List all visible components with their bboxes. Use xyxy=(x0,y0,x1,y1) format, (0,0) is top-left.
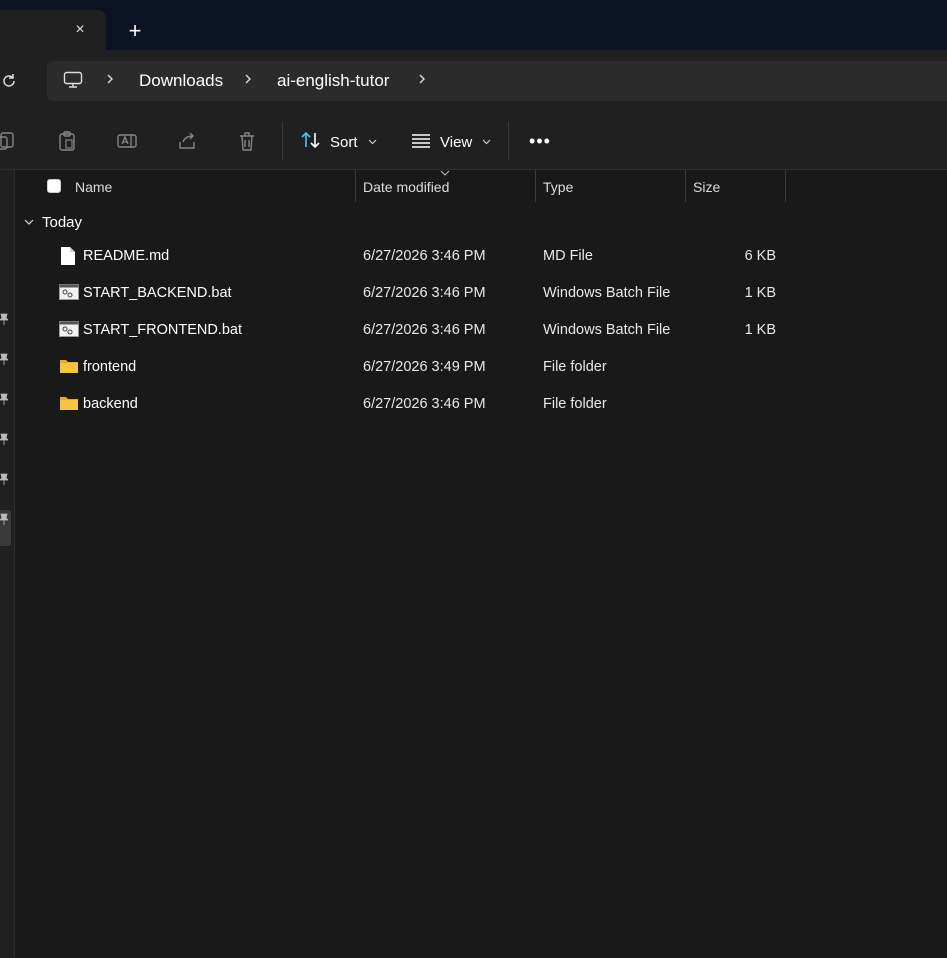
file-size: 1 KB xyxy=(744,322,776,338)
column-header-date-modified[interactable]: Date modified xyxy=(363,179,449,195)
file-name: README.md xyxy=(83,248,170,264)
file-name: START_FRONTEND.bat xyxy=(83,322,242,338)
column-header-name[interactable]: Name xyxy=(75,179,112,195)
chevron-down-icon xyxy=(482,137,491,148)
document-icon xyxy=(59,246,77,266)
group-label: Today xyxy=(42,214,83,231)
file-date: 6/27/2026 3:46 PM xyxy=(363,285,486,301)
file-type: Windows Batch File xyxy=(543,285,671,301)
pin-icon[interactable] xyxy=(0,353,9,365)
batch-file-icon xyxy=(59,283,79,303)
more-options-button[interactable]: ••• xyxy=(528,129,552,153)
file-size: 6 KB xyxy=(744,248,776,264)
chevron-down-icon[interactable] xyxy=(24,217,34,228)
pin-icon[interactable] xyxy=(0,433,9,445)
chevron-right-icon[interactable] xyxy=(243,69,253,94)
copy-icon[interactable] xyxy=(0,130,16,152)
share-icon[interactable] xyxy=(176,130,198,152)
column-divider[interactable] xyxy=(535,170,536,202)
view-button[interactable]: View xyxy=(410,129,491,155)
folder-icon xyxy=(59,394,78,414)
active-tab[interactable]: × xyxy=(0,10,106,50)
chevron-down-icon xyxy=(368,137,377,148)
breadcrumb-downloads[interactable]: Downloads xyxy=(139,71,223,91)
file-date: 6/27/2026 3:46 PM xyxy=(363,322,486,338)
file-date: 6/27/2026 3:46 PM xyxy=(363,248,486,264)
command-bar: Sort View ••• xyxy=(0,112,947,170)
toolbar-divider xyxy=(282,122,283,160)
sort-button[interactable]: Sort xyxy=(300,129,377,155)
column-header-row: Name Date modified Type Size xyxy=(16,170,947,202)
folder-icon xyxy=(59,357,78,377)
column-header-type[interactable]: Type xyxy=(543,179,573,195)
folder-row[interactable]: frontend 6/27/2026 3:49 PM File folder xyxy=(16,349,947,386)
file-size: 1 KB xyxy=(744,285,776,301)
column-divider[interactable] xyxy=(785,170,786,202)
column-header-size[interactable]: Size xyxy=(693,179,720,195)
select-all-checkbox[interactable] xyxy=(47,179,61,193)
view-list-icon xyxy=(410,130,432,154)
close-tab-icon[interactable]: × xyxy=(70,20,90,40)
file-name: START_BACKEND.bat xyxy=(83,285,232,301)
column-divider[interactable] xyxy=(355,170,356,202)
pin-icon[interactable] xyxy=(0,473,9,485)
file-type: File folder xyxy=(543,396,607,412)
file-row[interactable]: START_FRONTEND.bat 6/27/2026 3:46 PM Win… xyxy=(16,312,947,349)
sort-indicator-icon xyxy=(440,168,450,178)
toolbar-divider xyxy=(508,122,509,160)
pin-icon[interactable] xyxy=(0,393,9,405)
rename-icon[interactable] xyxy=(116,130,138,152)
file-name: frontend xyxy=(83,359,137,375)
file-type: Windows Batch File xyxy=(543,322,671,338)
file-row[interactable]: README.md 6/27/2026 3:46 PM MD File 6 KB xyxy=(16,238,947,275)
file-date: 6/27/2026 3:46 PM xyxy=(363,396,486,412)
navigation-pane[interactable] xyxy=(0,170,15,958)
file-type: MD File xyxy=(543,248,593,264)
delete-icon[interactable] xyxy=(236,130,258,152)
view-label: View xyxy=(440,133,473,151)
chevron-right-icon[interactable] xyxy=(105,69,115,94)
sort-icon xyxy=(300,130,322,154)
column-divider[interactable] xyxy=(685,170,686,202)
file-type: File folder xyxy=(543,359,607,375)
file-row[interactable]: START_BACKEND.bat 6/27/2026 3:46 PM Wind… xyxy=(16,275,947,312)
tab-bar: × + xyxy=(0,0,947,50)
pin-icon[interactable] xyxy=(0,313,9,325)
address-bar[interactable]: Downloads ai-english-tutor xyxy=(47,61,947,101)
address-row: Downloads ai-english-tutor xyxy=(0,50,947,112)
pin-icon[interactable] xyxy=(0,513,9,525)
refresh-icon[interactable] xyxy=(0,72,18,90)
sort-label: Sort xyxy=(330,133,358,151)
folder-row[interactable]: backend 6/27/2026 3:46 PM File folder xyxy=(16,386,947,423)
this-pc-icon[interactable] xyxy=(63,71,83,92)
file-name: backend xyxy=(83,396,138,412)
chevron-right-icon[interactable] xyxy=(417,69,427,94)
breadcrumb-ai-english-tutor[interactable]: ai-english-tutor xyxy=(277,71,389,91)
batch-file-icon xyxy=(59,320,79,340)
group-header-today[interactable]: Today xyxy=(24,214,82,231)
file-date: 6/27/2026 3:49 PM xyxy=(363,359,486,375)
paste-icon[interactable] xyxy=(56,130,78,152)
new-tab-button[interactable]: + xyxy=(124,18,146,43)
